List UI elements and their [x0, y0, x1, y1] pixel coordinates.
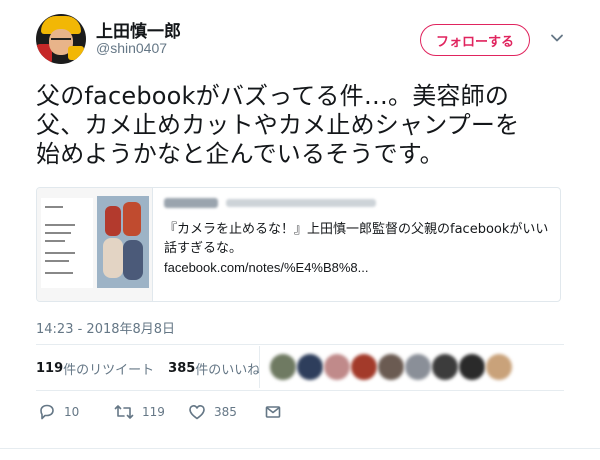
liker-avatar[interactable] — [351, 354, 377, 380]
divider — [36, 390, 564, 391]
reply-button[interactable]: 10 — [38, 400, 79, 424]
heart-icon — [189, 405, 205, 420]
avatar[interactable] — [36, 14, 86, 64]
direct-message-button[interactable] — [264, 400, 282, 424]
tweet-line: 父、カメ止めカットやカメ止めシャンプーを — [36, 111, 520, 139]
divider — [36, 344, 564, 345]
liker-avatar[interactable] — [297, 354, 323, 380]
tweet-stats: 119 件のリツイート 385 件のいいね — [36, 358, 260, 378]
liker-avatar[interactable] — [270, 354, 296, 380]
liker-avatar[interactable] — [378, 354, 404, 380]
tweet-header: 上田慎一郎 @shin0407 フォローする — [0, 0, 600, 80]
retweet-stat-count[interactable]: 119 — [36, 361, 63, 376]
user-name[interactable]: 上田慎一郎 — [96, 17, 181, 42]
message-icon — [265, 406, 281, 418]
liker-avatar[interactable] — [405, 354, 431, 380]
tweet-timestamp[interactable]: 14:23 - 2018年8月8日 — [36, 318, 175, 337]
retweet-button[interactable]: 119 — [114, 400, 165, 424]
tweet-line: 始めようかなと企んでいるそうです。 — [36, 140, 444, 168]
card-url: facebook.com/notes/%E4%B8%8... — [164, 260, 369, 275]
like-count: 385 — [214, 405, 237, 419]
retweet-stat-label[interactable]: 件のリツイート — [63, 359, 154, 378]
tweet-text: 父のfacebookがバズってる件…。美容師の 父、カメ止めカットやカメ止めシャ… — [36, 82, 576, 169]
liker-avatar[interactable] — [432, 354, 458, 380]
user-handle[interactable]: @shin0407 — [96, 40, 167, 56]
liker-avatar[interactable] — [324, 354, 350, 380]
like-button[interactable]: 385 — [188, 400, 237, 424]
card-title-line: 話すぎるな。 — [164, 241, 243, 256]
tweet-line: 父のfacebookがバズってる件…。美容師の — [36, 82, 510, 110]
chevron-down-icon[interactable] — [550, 31, 564, 45]
retweet-count: 119 — [142, 405, 165, 419]
like-stat-label[interactable]: 件のいいね — [195, 359, 260, 378]
card-thumbnail — [37, 188, 153, 301]
card-title-line: 『カメラを止めるな！』上田慎一郎監督の父親のfacebookがいい — [164, 222, 549, 237]
follow-button[interactable]: フォローする — [420, 24, 530, 56]
liker-avatar[interactable] — [459, 354, 485, 380]
divider — [0, 448, 600, 449]
card-domain-blurred — [164, 196, 384, 210]
like-stat-count[interactable]: 385 — [168, 361, 195, 376]
tweet-actions: 10 119 385 — [36, 400, 336, 424]
retweet-icon — [114, 405, 134, 419]
reply-icon — [40, 404, 54, 420]
link-card[interactable]: 『カメラを止めるな！』上田慎一郎監督の父親のfacebookがいい 話すぎるな。… — [36, 187, 561, 302]
liker-avatar[interactable] — [486, 354, 512, 380]
liker-avatars — [270, 354, 560, 382]
stats-separator — [259, 346, 260, 388]
card-title: 『カメラを止めるな！』上田慎一郎監督の父親のfacebookがいい 話すぎるな。 — [164, 220, 554, 258]
reply-count: 10 — [64, 405, 80, 419]
